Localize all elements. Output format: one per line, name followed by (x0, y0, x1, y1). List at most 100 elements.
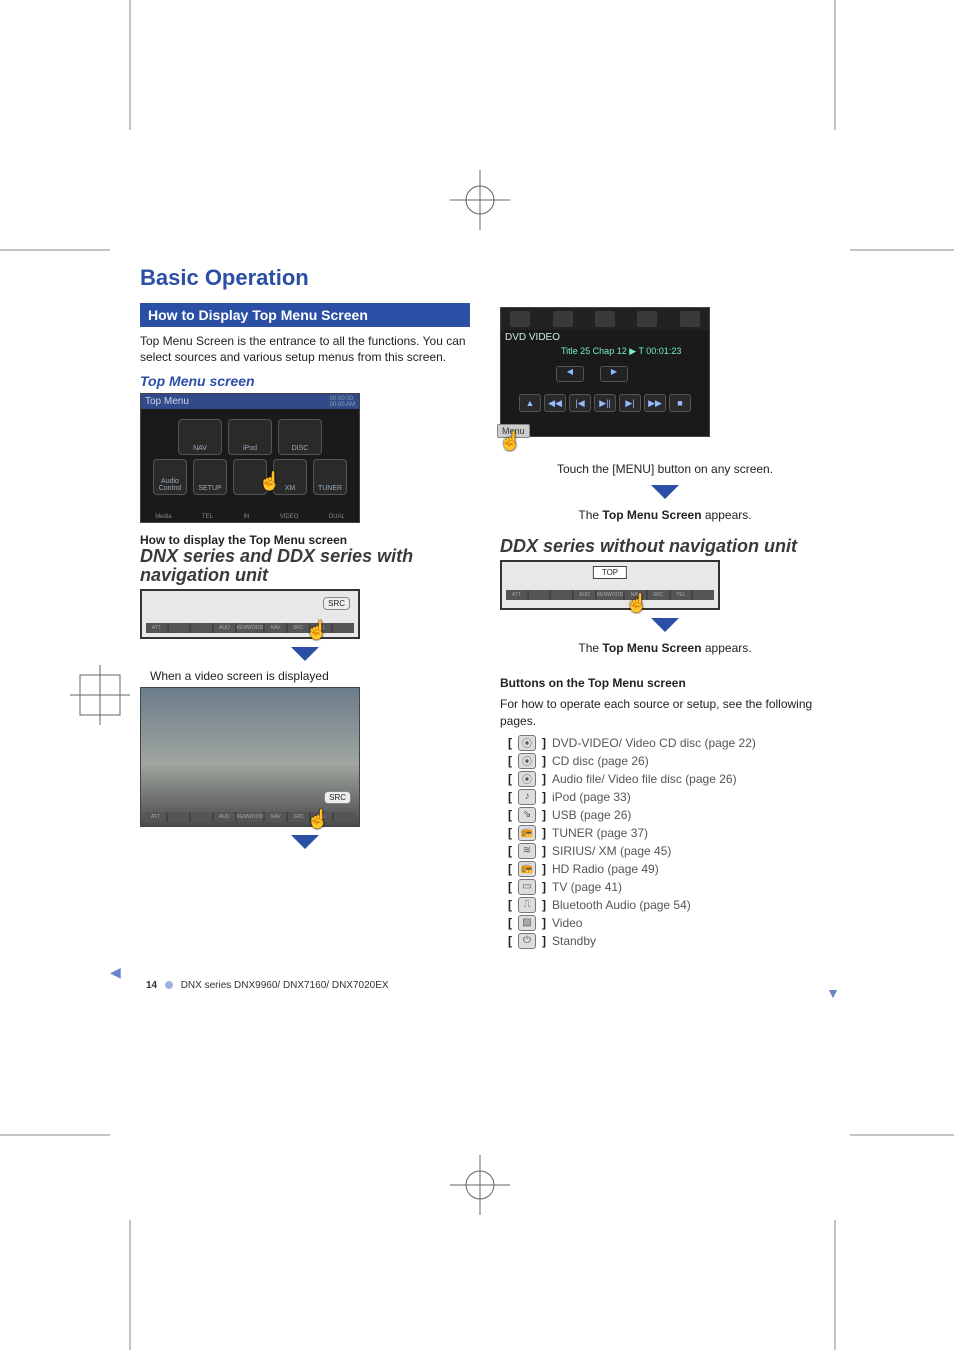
series-heading-right: DDX series without navigation unit (500, 537, 830, 556)
screenshot-ddx-panel: TOP ATT AUD KENWOOD NAV SRC TEL ☝ (500, 560, 720, 610)
screenshot-dvd: DVD VIDEO Title 25 Chap 12 ▶ T 00:01:23 … (500, 307, 710, 437)
screenshot-top-menu: Top Menu 00:00:00 00:00 AM NAV iPod DISC… (140, 393, 360, 523)
panel-key[interactable] (333, 623, 354, 633)
panel-key[interactable] (169, 623, 190, 633)
screenshot-front-panel: SRC ATT AUD KENWOOD NAV SRC TEL ☝ (140, 589, 360, 639)
footer-models: DNX series DNX9960/ DNX7160/ DNX7020EX (181, 980, 389, 991)
panel-key[interactable]: AUD (574, 590, 595, 600)
topmenu-title: Top Menu (141, 394, 359, 409)
list-item: [⦿]DVD-VIDEO/ Video CD disc (page 22) (508, 735, 830, 751)
hdradio-icon: 📻 (518, 861, 536, 877)
panel-key[interactable]: NAV (265, 623, 286, 633)
src-button[interactable]: SRC (323, 597, 350, 610)
topmenu-footer-item[interactable]: IN (243, 514, 249, 520)
panel-key[interactable]: TEL (671, 590, 692, 600)
continuation-arrow-icon: ◀ (110, 964, 121, 981)
dvd-top-icon[interactable] (510, 311, 530, 327)
dvd-control[interactable]: ◀◀ (544, 394, 566, 412)
dvd-control[interactable]: ▲ (519, 394, 541, 412)
panel-key[interactable] (334, 812, 355, 822)
dvd-top-icon[interactable] (637, 311, 657, 327)
finger-icon: ☝ (306, 620, 328, 641)
panel-key[interactable] (191, 812, 212, 822)
topmenu-icon[interactable]: iPod (228, 419, 272, 455)
down-arrow-icon (651, 485, 679, 499)
disc-icon: ⦿ (518, 735, 536, 751)
panel-key[interactable]: ATT (145, 812, 166, 822)
button-list: [⦿]DVD-VIDEO/ Video CD disc (page 22) [⦿… (508, 735, 830, 949)
list-item: [♪]iPod (page 33) (508, 789, 830, 805)
dvd-control[interactable]: |◀ (569, 394, 591, 412)
topmenu-icon[interactable]: NAV (178, 419, 222, 455)
panel-key[interactable] (168, 812, 189, 822)
src-button[interactable]: SRC (324, 791, 351, 804)
page-footer: 14 DNX series DNX9960/ DNX7160/ DNX7020E… (146, 980, 389, 991)
top-menu-screen-heading: Top Menu screen (140, 373, 470, 389)
panel-key[interactable]: KENWOOD (237, 812, 263, 822)
buttons-heading: Buttons on the Top Menu screen (500, 676, 830, 690)
panel-key[interactable]: ATT (506, 590, 527, 600)
video-icon: ▨ (518, 915, 536, 931)
panel-key[interactable]: AUD (214, 812, 235, 822)
finger-icon: ☝ (259, 471, 281, 492)
list-item: [⏻]Standby (508, 933, 830, 949)
touch-menu-text: Touch the [MENU] button on any screen. (500, 461, 830, 477)
dvd-top-icon[interactable] (680, 311, 700, 327)
usb-icon: ⇘ (518, 807, 536, 823)
ddx-top-button[interactable]: TOP (593, 566, 627, 579)
topmenu-footer-item[interactable]: DUAL (329, 514, 345, 520)
dvd-control[interactable]: ▶|| (594, 394, 616, 412)
topmenu-time: 00:00:00 00:00 AM (330, 396, 355, 408)
list-item: [⦿]Audio file/ Video file disc (page 26) (508, 771, 830, 787)
dvd-control[interactable]: ▶▶ (644, 394, 666, 412)
panel-key[interactable]: NAV (265, 812, 286, 822)
dvd-top-icon[interactable] (553, 311, 573, 327)
panel-key[interactable]: KENWOOD (597, 590, 623, 600)
when-video-caption: When a video screen is displayed (150, 669, 470, 683)
list-item: [▭]TV (page 41) (508, 879, 830, 895)
topmenu-icon[interactable]: SETUP (193, 459, 227, 495)
down-arrow-icon (291, 835, 319, 849)
panel-key[interactable] (693, 590, 714, 600)
topmenu-icon[interactable]: TUNER (313, 459, 347, 495)
right-column: DVD VIDEO Title 25 Chap 12 ▶ T 00:01:23 … (500, 303, 830, 951)
list-item: [⇘]USB (page 26) (508, 807, 830, 823)
dvd-nav-left[interactable]: ◀ (556, 366, 584, 382)
dvd-nav-right[interactable]: ▶ (600, 366, 628, 382)
list-item: [📻]TUNER (page 37) (508, 825, 830, 841)
topmenu-icon[interactable]: Audio Control (153, 459, 187, 495)
panel-key[interactable]: AUD (214, 623, 235, 633)
panel-key[interactable]: SRC (648, 590, 669, 600)
left-column: How to Display Top Menu Screen Top Menu … (140, 303, 470, 951)
continuation-arrow-icon: ▼ (826, 985, 840, 1001)
disc-icon: ⦿ (518, 753, 536, 769)
panel-key[interactable]: KENWOOD (237, 623, 263, 633)
dvd-top-icon[interactable] (595, 311, 615, 327)
panel-key[interactable] (551, 590, 572, 600)
blue-bar-heading: How to Display Top Menu Screen (140, 303, 470, 327)
down-arrow-icon (291, 647, 319, 661)
topmenu-footer-item[interactable]: TEL (202, 514, 213, 520)
topmenu-footer-item[interactable]: Media (155, 514, 171, 520)
sirius-icon: ≋ (518, 843, 536, 859)
series-heading-left: DNX series and DDX series with navigatio… (140, 547, 470, 585)
dvd-control[interactable]: ▶| (619, 394, 641, 412)
panel-key[interactable] (529, 590, 550, 600)
dvd-control[interactable]: ■ (669, 394, 691, 412)
panel-key[interactable]: ATT (146, 623, 167, 633)
dvd-meta: Title 25 Chap 12 ▶ T 00:01:23 (561, 346, 681, 357)
topmenu-footer-item[interactable]: VIDEO (280, 514, 299, 520)
list-item: [≋]SIRIUS/ XM (page 45) (508, 843, 830, 859)
section-title: Basic Operation (140, 265, 830, 291)
page-number: 14 (146, 980, 157, 991)
finger-icon: ☝ (307, 809, 329, 830)
finger-icon: ☝ (626, 593, 648, 614)
topmenu-icon[interactable]: DISC (278, 419, 322, 455)
how-to-display-heading: How to display the Top Menu screen (140, 533, 470, 547)
top-menu-appears: The Top Menu Screen appears. (500, 507, 830, 523)
intro-text: Top Menu Screen is the entrance to all t… (140, 333, 470, 365)
tuner-icon: 📻 (518, 825, 536, 841)
top-menu-appears-2: The Top Menu Screen appears. (500, 640, 830, 656)
panel-key[interactable] (191, 623, 212, 633)
standby-icon: ⏻ (518, 933, 536, 949)
